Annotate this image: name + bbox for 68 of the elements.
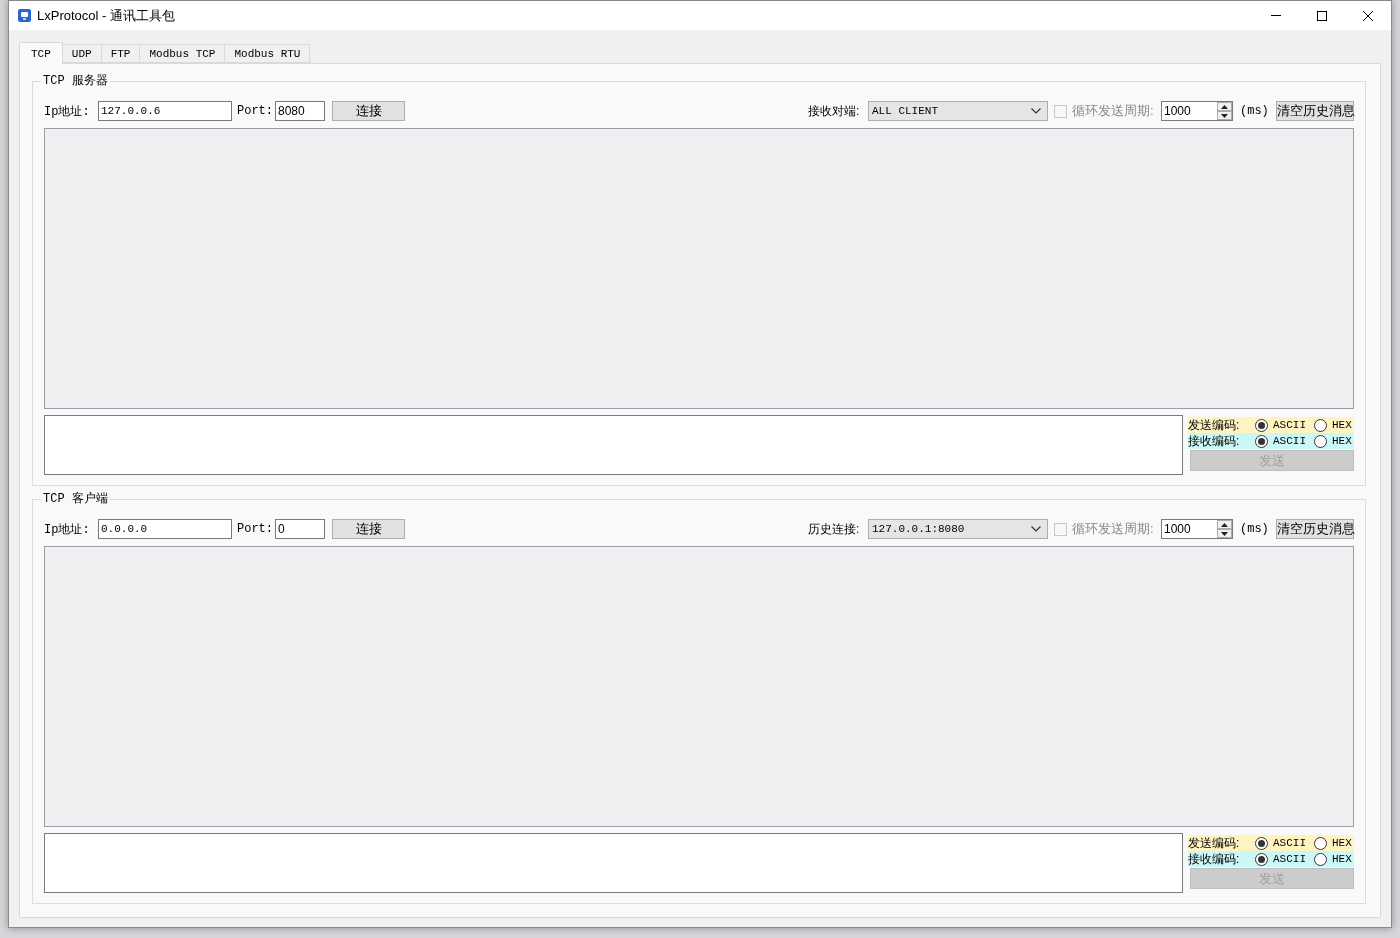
radio-icon[interactable]	[1314, 418, 1327, 432]
radio-option[interactable]: HEX	[1314, 852, 1352, 866]
triangle-down-icon	[1221, 113, 1228, 118]
radio-icon[interactable]	[1255, 836, 1268, 850]
radio-icon[interactable]	[1314, 434, 1327, 448]
ip-input[interactable]: 127.0.0.6	[98, 101, 232, 121]
group-title: TCP 服务器	[41, 74, 110, 88]
period-input[interactable]: 1000	[1162, 102, 1217, 120]
dropdown[interactable]: 127.0.0.1:8080	[868, 519, 1048, 539]
group-title: TCP 客户端	[41, 492, 110, 506]
connect-button[interactable]: 连接	[332, 519, 405, 539]
tab[interactable]: UDP	[61, 44, 102, 63]
minimize-icon	[1271, 15, 1281, 16]
tab[interactable]: Modbus TCP	[139, 44, 226, 63]
spin-up-button[interactable]	[1217, 102, 1232, 111]
period-input[interactable]: 1000	[1162, 520, 1217, 538]
port-input[interactable]: 0	[275, 519, 325, 539]
receive-log-field[interactable]	[44, 128, 1354, 409]
app-icon	[18, 9, 31, 22]
port-input[interactable]: 8080	[275, 101, 325, 121]
tab[interactable]: TCP	[19, 42, 63, 64]
radio-icon[interactable]	[1255, 434, 1268, 448]
radio-icon[interactable]	[1314, 836, 1327, 850]
ip-input[interactable]: 0.0.0.0	[98, 519, 232, 539]
radio-option[interactable]: ASCII	[1255, 418, 1306, 432]
receive-log-field[interactable]	[44, 546, 1354, 827]
close-icon	[1363, 10, 1373, 21]
spin-down-button[interactable]	[1217, 111, 1232, 120]
target-label: 历史连接:	[808, 520, 861, 538]
spin-up-button[interactable]	[1217, 520, 1232, 529]
tab[interactable]: Modbus RTU	[224, 44, 311, 63]
target-label: 接收对端:	[808, 102, 861, 120]
radio-option[interactable]: HEX	[1314, 434, 1352, 448]
send-text-field[interactable]	[44, 415, 1183, 475]
radio-icon[interactable]	[1255, 418, 1268, 432]
encoding-label: 接收编码:	[1188, 850, 1241, 868]
period-spinner[interactable]: 1000	[1161, 519, 1233, 539]
ip-label: Ip地址:	[44, 521, 91, 538]
chevron-down-icon	[1031, 108, 1041, 114]
triangle-down-icon	[1221, 531, 1228, 536]
chevron-down-icon	[1031, 526, 1041, 532]
radio-option[interactable]: HEX	[1314, 418, 1352, 432]
ip-label: Ip地址:	[44, 103, 91, 120]
encoding-label: 发送编码:	[1188, 416, 1241, 434]
unit-label: (ms)	[1240, 104, 1270, 118]
send-text-field[interactable]	[44, 833, 1183, 893]
spin-down-button[interactable]	[1217, 529, 1232, 538]
unit-label: (ms)	[1240, 522, 1270, 536]
window-title: LxProtocol - 通讯工具包	[37, 6, 175, 25]
dropdown[interactable]: ALL CLIENT	[868, 101, 1048, 121]
port-label: Port:	[237, 522, 274, 536]
radio-option[interactable]: ASCII	[1255, 836, 1306, 850]
tab[interactable]: FTP	[100, 44, 141, 63]
radio-option[interactable]: ASCII	[1255, 852, 1306, 866]
clear-history-button[interactable]: 清空历史消息	[1276, 519, 1354, 539]
clear-history-button[interactable]: 清空历史消息	[1276, 101, 1354, 121]
port-label: Port:	[237, 104, 274, 118]
encoding-label: 接收编码:	[1188, 432, 1241, 450]
radio-option[interactable]: HEX	[1314, 836, 1352, 850]
encoding-label: 发送编码:	[1188, 834, 1241, 852]
radio-icon[interactable]	[1255, 852, 1268, 866]
triangle-up-icon	[1221, 522, 1228, 527]
period-spinner[interactable]: 1000	[1161, 101, 1233, 121]
radio-icon[interactable]	[1314, 852, 1327, 866]
connect-button[interactable]: 连接	[332, 101, 405, 121]
maximize-icon	[1317, 10, 1327, 21]
radio-option[interactable]: ASCII	[1255, 434, 1306, 448]
triangle-up-icon	[1221, 104, 1228, 109]
